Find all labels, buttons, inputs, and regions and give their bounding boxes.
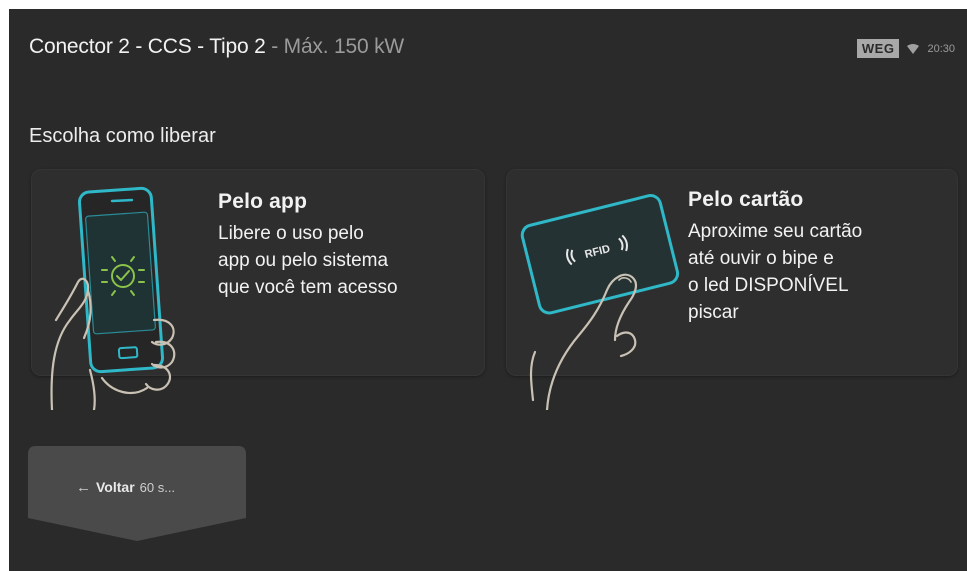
countdown-timer: 60 s... (139, 480, 176, 495)
option-card-card[interactable]: RFID Pelo cartão Aproxime seu cartão até… (506, 169, 958, 410)
option-card-text: Pelo cartão Aproxime seu cartão até ouvi… (688, 188, 862, 326)
back-button[interactable]: ← Voltar 60 s... (28, 446, 246, 541)
back-text: Voltar (96, 479, 135, 495)
page-title: Conector 2 - CCS - Tipo 2 - Máx. 150 kW (29, 35, 404, 59)
wifi-icon (907, 43, 920, 54)
option-card-description: Aproxime seu cartão até ouvir o bipe e o… (688, 221, 863, 323)
option-app-heading: Pelo app (218, 190, 308, 213)
clock: 20:30 (927, 42, 955, 55)
choose-prompt: Escolha como liberar (29, 125, 216, 147)
option-app-text: Pelo app Libere o uso pelo app ou pelo s… (218, 190, 398, 301)
arrow-left-icon: ← (76, 479, 91, 496)
rfid-card-hand-icon: RFID (520, 194, 680, 410)
max-power-label: - Máx. 150 kW (265, 35, 404, 58)
connector-title: Conector 2 - CCS - Tipo 2 (29, 35, 266, 58)
option-app-description: Libere o uso pelo app ou pelo sistema qu… (218, 223, 398, 298)
header-bar: Conector 2 - CCS - Tipo 2 - Máx. 150 kW … (9, 9, 967, 87)
charger-screen: Conector 2 - CCS - Tipo 2 - Máx. 150 kW … (9, 9, 967, 571)
status-area: WEG 20:30 (856, 39, 955, 58)
option-card-heading: Pelo cartão (688, 188, 804, 211)
weg-logo: WEG (856, 39, 900, 58)
option-app-card[interactable]: Pelo app Libere o uso pelo app ou pelo s… (31, 169, 485, 410)
phone-hand-icon (50, 186, 176, 410)
back-button-label: ← Voltar 60 s... (76, 479, 175, 496)
